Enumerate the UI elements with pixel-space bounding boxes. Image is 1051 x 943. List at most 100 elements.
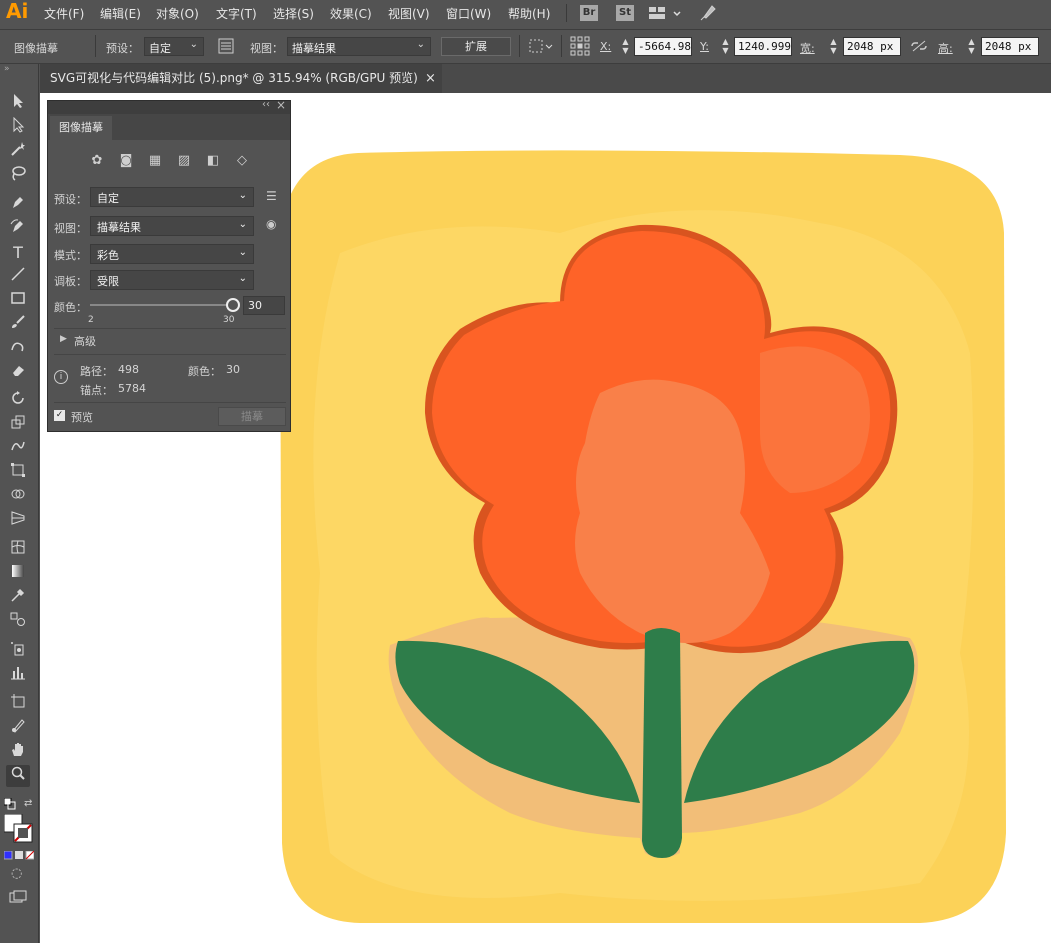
menu-help[interactable]: 帮助(H) [508, 5, 550, 22]
mode-select[interactable]: 彩色 ⌄ [90, 244, 254, 264]
pen-icon[interactable] [6, 194, 30, 216]
menu-type[interactable]: 文字(T) [216, 5, 257, 22]
constrain-proportions-icon[interactable] [910, 39, 928, 56]
magic-wand-icon[interactable] [6, 141, 30, 163]
menu-view[interactable]: 视图(V) [388, 5, 430, 22]
menu-object[interactable]: 对象(O) [156, 5, 199, 22]
x-label: X: [600, 40, 612, 53]
preset-label: 预设： [106, 42, 139, 55]
view-select[interactable]: 描摹结果 ⌄ [90, 216, 254, 236]
default-colors-icon[interactable] [3, 797, 16, 813]
panel-drag-bar[interactable]: ‹‹ × [48, 98, 290, 114]
rectangle-icon[interactable] [6, 290, 30, 312]
trace-panel-icon[interactable] [218, 38, 234, 57]
anchors-value: 5784 [118, 382, 146, 395]
y-label: Y: [700, 40, 709, 53]
scale-icon[interactable] [6, 414, 30, 436]
panel-tab[interactable]: 图像描摹 [50, 116, 112, 140]
toolbar-collapse-icon[interactable]: » [4, 64, 10, 74]
x-input[interactable]: -5664.981 [634, 37, 692, 56]
line-icon[interactable] [6, 266, 30, 288]
lasso-icon[interactable] [6, 165, 30, 187]
chevron-down-icon: ⌄ [416, 39, 425, 50]
zoom-icon[interactable] [6, 765, 30, 787]
palette-select[interactable]: 受限 ⌄ [90, 270, 254, 290]
preview-checkbox[interactable]: ✓ [54, 410, 65, 421]
align-selection-icon[interactable] [529, 38, 555, 57]
divider [54, 354, 286, 355]
swap-colors-icon[interactable]: ⇄ [24, 798, 32, 809]
y-input[interactable]: 1240.999 [734, 37, 792, 56]
curvature-icon[interactable] [6, 218, 30, 240]
menu-edit[interactable]: 编辑(E) [100, 5, 141, 22]
warp-icon[interactable] [6, 438, 30, 460]
fill-stroke-icon[interactable] [3, 813, 34, 847]
preset-menu-icon[interactable]: ☰ [266, 189, 277, 203]
colors-input[interactable]: 30 [243, 296, 285, 315]
eyedropper-icon[interactable] [6, 587, 30, 609]
type-icon[interactable]: T [6, 242, 30, 264]
trace-button[interactable]: 描摹 [218, 407, 286, 426]
width-stepper-icon[interactable]: ▲ ▼ [828, 37, 839, 56]
x-stepper-icon[interactable]: ▲ ▼ [620, 37, 631, 56]
height-input[interactable]: 2048 px [981, 37, 1039, 56]
advanced-label[interactable]: 高级 [74, 333, 96, 349]
preset-select[interactable]: 自定 ⌄ [144, 37, 204, 56]
stock-icon[interactable]: St [616, 5, 634, 21]
panel-collapse-icon[interactable]: ‹‹ [262, 99, 270, 110]
gradient-icon[interactable] [6, 563, 30, 585]
outline-icon[interactable]: ◇ [233, 153, 251, 169]
drawing-mode-icon[interactable]: ◌ [11, 866, 22, 881]
perspective-icon[interactable] [6, 510, 30, 532]
workspace-switcher-icon[interactable] [648, 4, 684, 25]
colors-slider-track[interactable] [90, 304, 232, 306]
selection-icon[interactable] [6, 93, 30, 115]
y-stepper-icon[interactable]: ▲ ▼ [720, 37, 731, 56]
shape-builder-icon[interactable] [6, 486, 30, 508]
disclosure-triangle-icon[interactable]: ▶ [60, 334, 67, 344]
colors-min-label: 2 [88, 315, 94, 325]
expand-button[interactable]: 扩展 [441, 37, 511, 56]
control-panel-name: 图像描摹 [14, 42, 58, 55]
mesh-icon[interactable] [6, 539, 30, 561]
preset-select[interactable]: 自定 ⌄ [90, 187, 254, 207]
view-select[interactable]: 描摹结果 ⌄ [287, 37, 431, 56]
document-tab[interactable]: SVG可视化与代码编辑对比 (5).png* @ 315.94% (RGB/GP… [40, 64, 442, 93]
gpu-performance-icon[interactable] [698, 3, 718, 26]
colors-slider-thumb[interactable] [226, 298, 240, 312]
panel-close-icon[interactable]: × [276, 98, 286, 112]
graph-icon[interactable] [6, 664, 30, 686]
menu-select[interactable]: 选择(S) [273, 5, 314, 22]
hand-icon[interactable] [6, 741, 30, 763]
direct-selection-icon[interactable] [6, 116, 30, 139]
menu-effect[interactable]: 效果(C) [330, 5, 372, 22]
bridge-icon[interactable]: Br [580, 5, 598, 21]
artboard-icon[interactable] [6, 693, 30, 715]
divider [561, 35, 562, 57]
blend-icon[interactable] [6, 611, 30, 633]
screen-mode-icon[interactable] [9, 890, 27, 907]
low-fidelity-photo-icon[interactable]: ▦ [146, 153, 164, 169]
reference-point-icon[interactable] [570, 36, 590, 59]
shaper-icon[interactable] [6, 338, 30, 360]
preset-label: 预设： [54, 193, 87, 206]
black-white-icon[interactable]: ◧ [204, 153, 222, 169]
rotate-icon[interactable] [6, 390, 30, 412]
color-mode-icons[interactable] [3, 850, 35, 864]
eye-icon[interactable]: ◉ [266, 217, 276, 231]
close-icon[interactable]: × [425, 64, 436, 93]
symbol-sprayer-icon[interactable] [6, 640, 30, 662]
height-stepper-icon[interactable]: ▲ ▼ [966, 37, 977, 56]
free-transform-icon[interactable] [6, 462, 30, 484]
auto-color-icon[interactable]: ✿ [88, 153, 106, 169]
menu-file[interactable]: 文件(F) [44, 5, 84, 22]
paintbrush-icon[interactable] [6, 314, 30, 336]
high-fidelity-photo-icon[interactable]: ◙ [117, 153, 135, 169]
palette-value: 受限 [97, 275, 119, 288]
slice-icon[interactable] [6, 717, 30, 739]
eraser-icon[interactable] [6, 362, 30, 384]
menu-window[interactable]: 窗口(W) [446, 5, 491, 22]
height-label: 高: [938, 42, 953, 55]
grayscale-icon[interactable]: ▨ [175, 153, 193, 169]
width-input[interactable]: 2048 px [843, 37, 901, 56]
